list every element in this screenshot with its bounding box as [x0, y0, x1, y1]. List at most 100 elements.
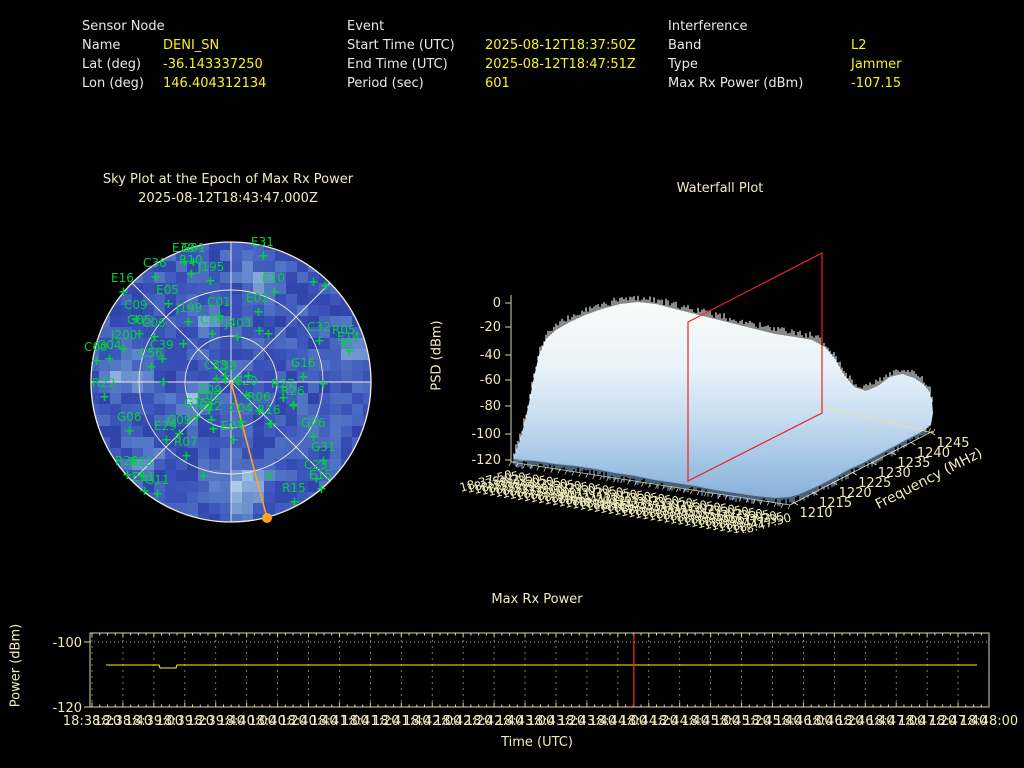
satellite-label: E14: [337, 330, 360, 344]
satellite-label: G11: [145, 473, 170, 487]
satellite-label: C36: [143, 256, 167, 270]
satellite-marker: +: [316, 482, 327, 497]
satellite-label: E15: [309, 468, 332, 482]
satellite-marker: +: [266, 417, 277, 432]
satellite-marker: +: [314, 334, 325, 349]
satellite-marker: +: [208, 422, 219, 437]
power-xtick-labels: 18:38:2018:38:4018:39:0018:39:2018:39:40…: [63, 714, 1018, 729]
satellite-label: R07: [174, 435, 198, 449]
interference-type-label: Type: [668, 57, 698, 72]
psd-tick-labels: 0 -20 -40 -60 -80 -100 -120: [471, 296, 501, 468]
satellite-label: G06: [117, 410, 142, 424]
satellite-marker: +: [232, 330, 243, 345]
event-start-label: Start Time (UTC): [347, 38, 455, 53]
satellite-marker: +: [186, 267, 197, 282]
sky-plot-title: Sky Plot at the Epoch of Max Rx Power: [102, 172, 354, 187]
power-ytick-label: -100: [52, 636, 82, 651]
satellite-marker: +: [264, 469, 275, 484]
satellite-label: J195: [197, 260, 224, 274]
psd-tick-label: -120: [471, 453, 501, 468]
interference-power-value: -107.15: [851, 76, 902, 91]
satellite-marker: +: [289, 495, 300, 510]
sky-plot-canvas: E31+E30+G01+C36+R10+ J195+E16+E10+E05+C09…: [84, 235, 372, 523]
interference-band-label: Band: [668, 38, 702, 53]
satellite-marker: +: [207, 327, 218, 342]
psd-tick-label: -100: [471, 427, 501, 442]
satellite-marker: +: [91, 354, 102, 369]
satellite-marker: +: [198, 469, 209, 484]
interference-bearing-dot: [262, 513, 272, 523]
satellite-label: E10: [262, 271, 285, 285]
satellite-marker: +: [243, 369, 254, 384]
event-end-label: End Time (UTC): [347, 57, 448, 72]
max-rx-power-line: [106, 664, 977, 669]
satellite-label: C06: [142, 316, 166, 330]
satellite-label: C09: [124, 298, 148, 312]
satellite-marker: +: [181, 449, 192, 464]
satellite-label: C04: [229, 401, 253, 415]
psd-tick-label: -40: [480, 348, 501, 363]
satellite-label: E12: [199, 399, 222, 413]
power-y-axis-label: Power (dBm): [8, 623, 24, 708]
satellite-label: R22: [92, 376, 116, 390]
psd-tick-label: 0: [493, 296, 501, 311]
satellite-label: G26: [301, 416, 326, 430]
sensor-name-label: Name: [82, 38, 121, 53]
satellite-label: C56: [139, 346, 163, 360]
satellite-label: C32: [307, 320, 331, 334]
satellite-marker: +: [288, 399, 299, 414]
sensor-name-value: DENI_SN: [163, 38, 220, 53]
power-ticks: [84, 633, 990, 708]
sensor-lon-value: 146.404312134: [163, 76, 267, 91]
satellite-marker: +: [344, 344, 355, 359]
satellite-marker: +: [205, 274, 216, 289]
interference-type-value: Jammer: [851, 57, 902, 72]
satellite-marker: +: [320, 279, 331, 294]
satellite-label: E02: [246, 291, 269, 305]
satellite-marker: +: [158, 375, 169, 390]
satellite-label: C01: [207, 295, 231, 309]
satellite-marker: +: [228, 433, 239, 448]
satellite-label: R26: [281, 384, 305, 398]
satellite-marker: +: [178, 337, 189, 352]
satellite-label: C10: [200, 313, 224, 327]
satellite-label: R23: [129, 455, 153, 469]
psd-tick-label: -60: [480, 373, 501, 388]
psd-axis: [505, 295, 512, 462]
satellite-marker: +: [124, 424, 135, 439]
sensor-node-heading: Sensor Node: [82, 19, 165, 34]
power-gridlines: [91, 634, 990, 706]
interference-power-label: Max Rx Power (dBm): [668, 76, 804, 91]
satellite-marker: +: [163, 297, 174, 312]
interference-band-value: L2: [851, 38, 867, 53]
satellite-marker: +: [263, 327, 274, 342]
satellite-label: R16: [257, 403, 281, 417]
satellite-marker: +: [146, 360, 157, 375]
event-period-value: 601: [485, 76, 510, 91]
sensor-lat-label: Lat (deg): [82, 57, 142, 72]
event-end-value: 2025-08-12T18:47:51Z: [485, 57, 636, 72]
satellite-marker: +: [258, 249, 269, 264]
power-x-axis-label: Time (UTC): [501, 735, 573, 750]
satellite-marker: +: [269, 285, 280, 300]
power-xtick-label: 18:48:00: [960, 714, 1018, 729]
satellite-marker: +: [308, 275, 319, 290]
satellite-label: G16: [291, 356, 316, 370]
satellite-label: J199: [175, 301, 202, 315]
sensor-lon-label: Lon (deg): [82, 76, 144, 91]
satellite-label: R15: [282, 481, 306, 495]
satellite-label: E04: [221, 419, 244, 433]
waterfall-psd-axis-label: PSD (dBm): [429, 320, 445, 391]
satellite-label: J403: [224, 316, 251, 330]
psd-tick-label: -80: [480, 399, 501, 414]
satellite-label: E29: [154, 419, 177, 433]
satellite-label: G04: [97, 338, 122, 352]
satellite-marker: +: [152, 487, 163, 502]
waterfall-canvas: 0-20-40-60-80-100-1201210121512201225123…: [458, 252, 970, 533]
satellite-label: E31: [251, 235, 274, 249]
satellite-label: E05: [156, 283, 179, 297]
satellite-marker: +: [253, 305, 264, 320]
satellite-marker: +: [104, 352, 115, 367]
satellite-marker: +: [220, 369, 231, 384]
satellite-marker: +: [99, 390, 110, 405]
